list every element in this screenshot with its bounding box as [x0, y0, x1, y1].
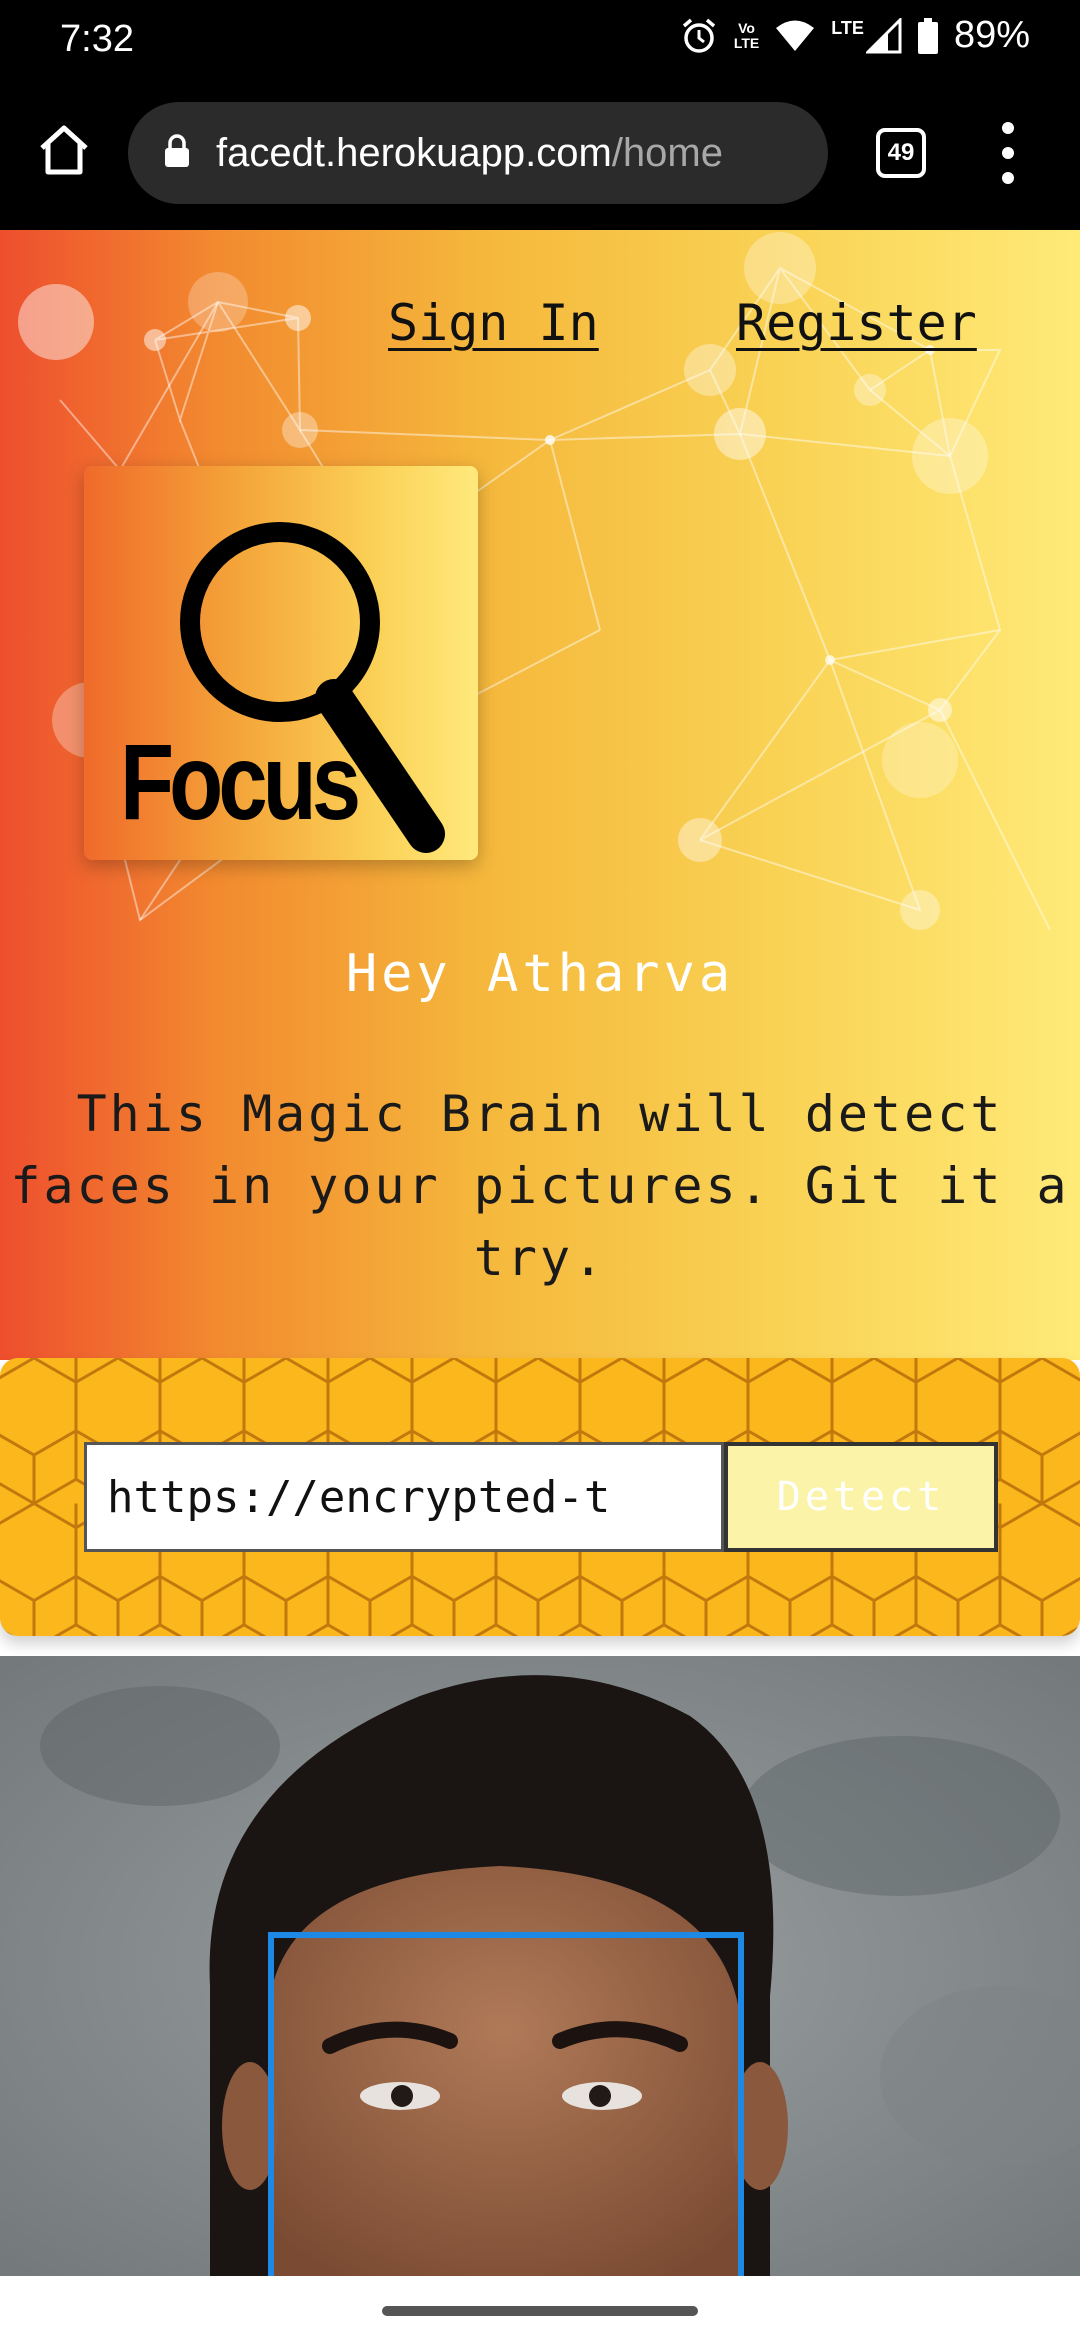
- menu-dot: [1002, 122, 1014, 134]
- face-bounding-box: [268, 1932, 744, 2276]
- overflow-menu-button[interactable]: [990, 122, 1026, 184]
- cell-signal-icon: [865, 17, 902, 54]
- status-bar: 7:32 Vo LTE LTE 89%: [0, 0, 1080, 84]
- detect-button[interactable]: Detect: [724, 1442, 998, 1552]
- home-icon: [40, 125, 88, 175]
- detect-form-panel: Detect: [0, 1358, 1080, 1636]
- tagline-text: This Magic Brain will detect faces in yo…: [10, 1085, 1070, 1287]
- image-url-input[interactable]: [84, 1442, 724, 1552]
- status-time: 7:32: [60, 18, 134, 60]
- tab-switcher-button[interactable]: 49: [876, 128, 926, 178]
- menu-dot: [1002, 172, 1014, 184]
- url-path: /home: [611, 130, 723, 175]
- logo-text: Focus: [120, 721, 361, 842]
- address-bar[interactable]: facedt.herokuapp.com/home: [128, 102, 828, 204]
- browser-toolbar: facedt.herokuapp.com/home 49: [0, 84, 1080, 230]
- alarm-icon: [680, 17, 718, 55]
- wifi-icon: [775, 19, 815, 53]
- lte-label: LTE: [831, 18, 864, 38]
- gesture-handle[interactable]: [382, 2306, 698, 2316]
- battery-icon: [917, 17, 938, 54]
- volte-bottom: LTE: [733, 34, 760, 51]
- focus-logo: Focus: [84, 466, 478, 860]
- hero-section: Sign In Register Focus Hey Atharva This …: [0, 230, 1080, 1360]
- url-text: facedt.herokuapp.com/home: [216, 131, 723, 176]
- greeting-text: Hey Atharva: [345, 944, 735, 1004]
- volte-icon: Vo LTE: [733, 19, 760, 51]
- sign-in-link[interactable]: Sign In: [388, 294, 599, 352]
- navigation-gesture-area: [0, 2276, 1080, 2340]
- status-icons: Vo LTE LTE 89%: [680, 14, 1030, 57]
- url-domain: facedt.herokuapp.com: [216, 130, 612, 175]
- battery-percent: 89%: [953, 14, 1030, 56]
- volte-top: Vo: [738, 19, 755, 36]
- register-link[interactable]: Register: [736, 294, 977, 352]
- lock-icon: [164, 134, 190, 172]
- result-image: [0, 1656, 1080, 2276]
- home-button[interactable]: [30, 116, 98, 184]
- menu-dot: [1002, 147, 1014, 159]
